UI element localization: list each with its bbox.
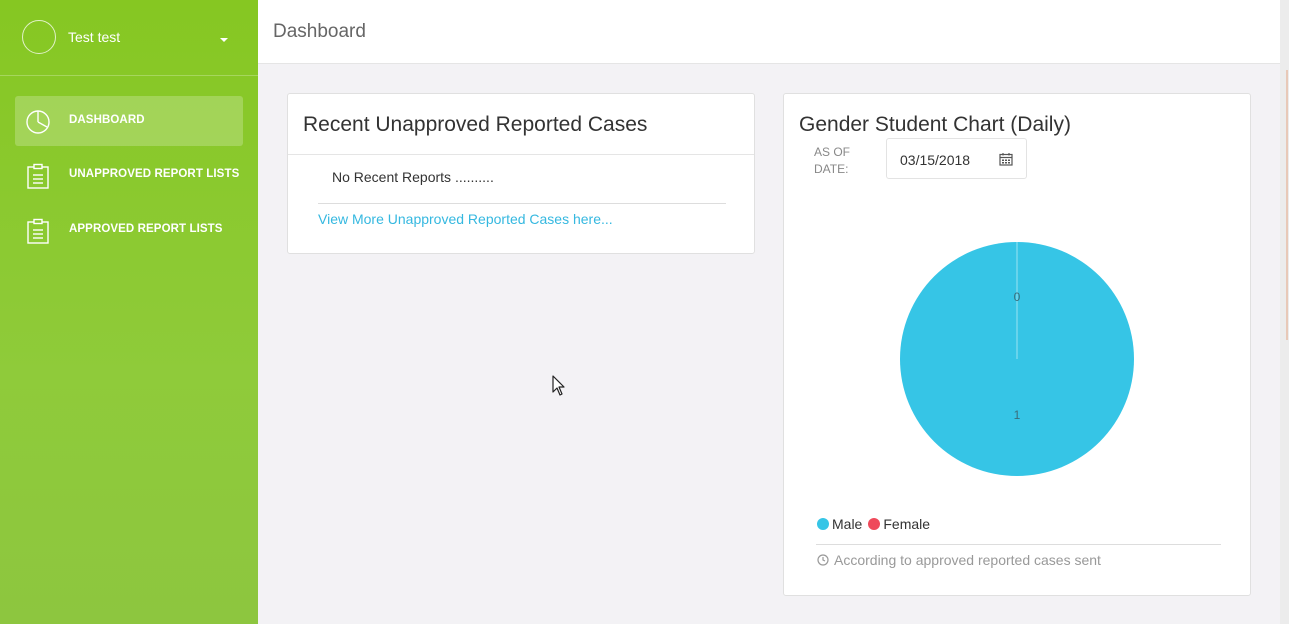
divider bbox=[288, 154, 754, 155]
recent-cases-panel: Recent Unapproved Reported Cases No Rece… bbox=[287, 93, 755, 254]
legend-label: Female bbox=[883, 516, 931, 532]
empty-message: No Recent Reports .......... bbox=[332, 169, 494, 185]
divider bbox=[816, 544, 1221, 545]
divider bbox=[318, 203, 726, 204]
nav-item-unapproved-reports[interactable]: UNAPPROVED REPORT LISTS bbox=[15, 150, 243, 200]
panel-title: Gender Student Chart (Daily) bbox=[799, 113, 1071, 136]
as-of-label-line: DATE: bbox=[814, 162, 849, 176]
legend-item-male[interactable]: Male bbox=[817, 516, 862, 532]
clock-icon bbox=[817, 554, 829, 566]
clipboard-icon bbox=[27, 218, 49, 244]
legend-label: Male bbox=[832, 516, 863, 532]
user-menu[interactable]: Test test bbox=[0, 0, 258, 76]
footer-note: According to approved reported cases sen… bbox=[817, 552, 1101, 568]
sidebar: Test test DASHBOARD UNAPPROVED REPORT LI… bbox=[0, 0, 258, 624]
chart-legend: Male Female bbox=[817, 516, 936, 532]
mouse-cursor-icon bbox=[552, 375, 565, 396]
calendar-icon[interactable] bbox=[999, 152, 1013, 166]
scrollbar[interactable] bbox=[1280, 0, 1289, 624]
nav-item-dashboard[interactable]: DASHBOARD bbox=[15, 96, 243, 146]
gender-chart-panel: Gender Student Chart (Daily) AS OF DATE:… bbox=[783, 93, 1251, 596]
nav-label: DASHBOARD bbox=[69, 114, 145, 126]
as-of-label-line: AS OF bbox=[814, 145, 851, 159]
nav-item-approved-reports[interactable]: APPROVED REPORT LISTS bbox=[15, 205, 243, 255]
as-of-date-label: AS OF DATE: bbox=[814, 144, 850, 178]
data-label-female: 0 bbox=[1014, 290, 1021, 304]
date-picker-input[interactable]: 03/15/2018 bbox=[886, 138, 1027, 179]
legend-swatch bbox=[868, 518, 881, 530]
nav-label: UNAPPROVED REPORT LISTS bbox=[69, 168, 240, 180]
data-label-male: 1 bbox=[1014, 408, 1021, 422]
view-more-link[interactable]: View More Unapproved Reported Cases here… bbox=[318, 211, 613, 227]
gender-pie-chart: 10 bbox=[900, 242, 1134, 476]
user-name: Test test bbox=[68, 29, 121, 45]
header: Dashboard bbox=[258, 0, 1280, 64]
legend-item-female[interactable]: Female bbox=[868, 516, 930, 532]
chevron-down-icon[interactable] bbox=[220, 38, 228, 42]
nav-label: APPROVED REPORT LISTS bbox=[69, 223, 223, 235]
legend-swatch bbox=[817, 518, 829, 530]
clipboard-icon bbox=[27, 163, 49, 189]
avatar bbox=[22, 20, 56, 54]
scrollbar-thumb[interactable] bbox=[1286, 70, 1288, 340]
date-value: 03/15/2018 bbox=[900, 152, 971, 168]
pie-chart-icon bbox=[26, 110, 50, 134]
footer-note-text: According to approved reported cases sen… bbox=[834, 552, 1101, 568]
page-title: Dashboard bbox=[273, 21, 366, 42]
panel-title: Recent Unapproved Reported Cases bbox=[303, 113, 648, 136]
